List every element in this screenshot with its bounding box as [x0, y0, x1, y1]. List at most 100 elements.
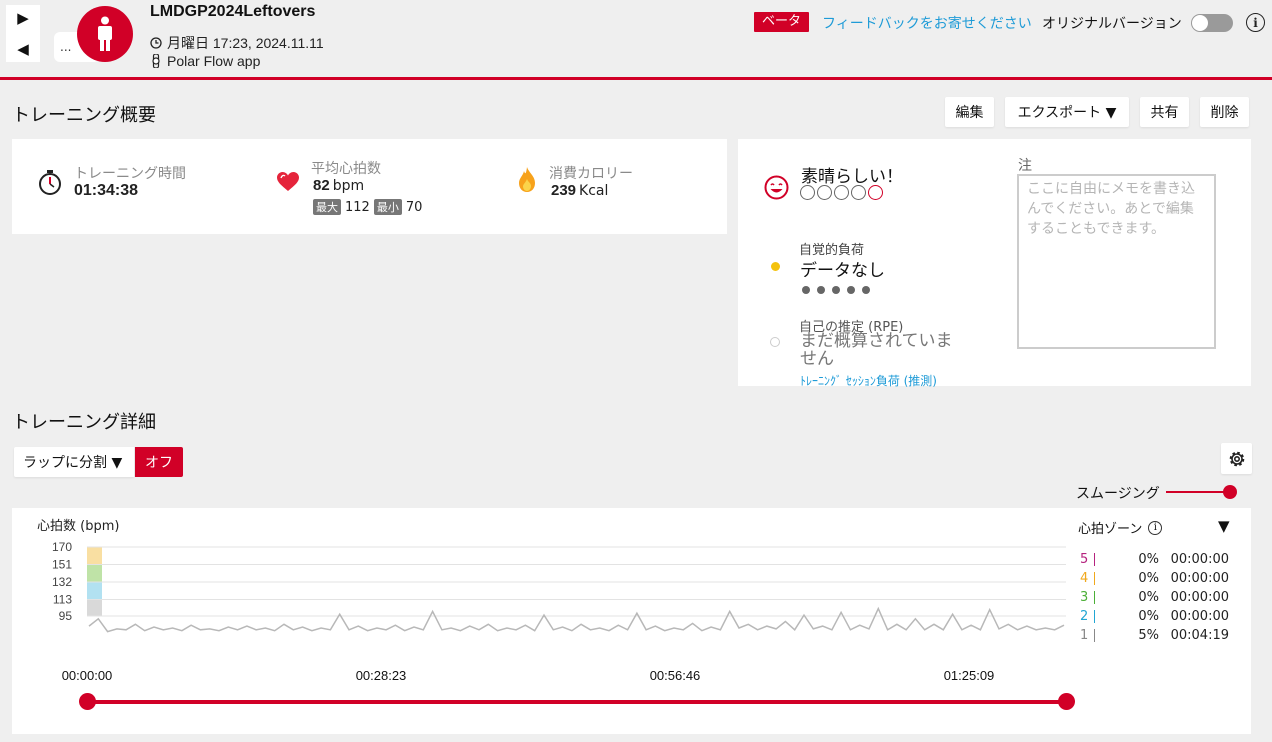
feeling-option-icon[interactable]: [868, 185, 883, 200]
x-tick-label: 01:25:09: [943, 668, 995, 683]
x-tick-label: 00:00:00: [61, 668, 113, 683]
y-tick-label: 113: [53, 592, 72, 606]
y-tick-label: 170: [52, 540, 72, 554]
next-arrow-icon[interactable]: ▶: [6, 5, 40, 31]
zone-number: 5: [1080, 552, 1089, 567]
zone-color-bar: [1094, 553, 1095, 566]
zone-color-bar: [1094, 629, 1095, 642]
hr-zone-row: 2 0% 00:00:00: [1080, 607, 1245, 626]
notes-textarea[interactable]: ここに自由にメモを書き込んでください。あとで編集することもできます。: [1017, 174, 1216, 349]
range-slider-start-handle[interactable]: [79, 693, 96, 710]
smoothing-slider-handle[interactable]: [1223, 485, 1237, 499]
load-dot: [817, 286, 825, 294]
calories-label: 消費カロリー: [549, 166, 633, 182]
hr-zones-title: 心拍ゾーン: [1078, 522, 1143, 537]
hr-min-value: 70: [405, 199, 423, 215]
y-tick-label: 95: [59, 609, 73, 623]
zone-number: 1: [1080, 628, 1089, 643]
feeling-option-icon[interactable]: [834, 185, 849, 200]
hr-label: 平均心拍数: [311, 161, 381, 177]
feeling-option-icon[interactable]: [817, 185, 832, 200]
session-title: LMDGP2024Leftovers: [150, 3, 316, 20]
lap-off-button[interactable]: オフ: [135, 447, 183, 477]
calories-value-group: 239 Kcal: [551, 182, 608, 199]
y-tick-label: 132: [52, 575, 72, 589]
hr-zone-row: 1 5% 00:04:19: [1080, 626, 1245, 645]
zone-band: [87, 581, 102, 600]
zone-band: [87, 564, 102, 582]
hr-zones-collapse-icon[interactable]: ▼: [1218, 517, 1230, 535]
zone-band: [87, 547, 102, 565]
overview-heading: トレーニング概要: [12, 105, 156, 125]
zone-percent: 5%: [1138, 628, 1159, 643]
settings-button[interactable]: [1221, 443, 1252, 474]
hr-zone-row: 5 0% 00:00:00: [1080, 550, 1245, 569]
feeling-label: 素晴らしい！: [801, 167, 903, 187]
nav-panel: ▶ ◀: [6, 5, 40, 62]
feeling-option-icon[interactable]: [800, 185, 815, 200]
beta-badge: ベータ: [754, 12, 810, 32]
prev-arrow-icon[interactable]: ◀: [6, 36, 40, 62]
hr-value: 82: [313, 177, 330, 194]
zone-percent: 0%: [1138, 552, 1159, 567]
session-load-link[interactable]: ﾄﾚｰﾆﾝｸﾞ ｾｯｼｮﾝ負荷 (推測): [800, 372, 937, 389]
duration-label: トレーニング時間: [74, 166, 186, 182]
hr-line-chart[interactable]: 170 151 132 113 95: [12, 535, 1072, 645]
load-dot: [802, 286, 810, 294]
heart-icon: [277, 172, 299, 191]
hr-range: 最大 112 最小 70: [313, 199, 422, 215]
load-dot: [847, 286, 855, 294]
lap-split-dropdown[interactable]: ラップに分割 ▼: [14, 447, 134, 477]
x-tick-label: 00:56:46: [649, 668, 701, 683]
x-tick-label: 00:28:23: [355, 668, 407, 683]
duration-value: 01:34:38: [74, 182, 139, 199]
x-axis-ticks: 00:00:00 00:28:23 00:56:46 01:25:09: [0, 668, 1100, 688]
zone-time: 00:00:00: [1170, 552, 1229, 567]
hr-zone-row: 4 0% 00:00:00: [1080, 569, 1245, 588]
zone-time: 00:00:00: [1170, 590, 1229, 605]
hr-max-value: 112: [345, 199, 370, 215]
hr-zone-row: 3 0% 00:00:00: [1080, 588, 1245, 607]
person-icon: [98, 16, 112, 51]
perceived-load-dots[interactable]: [802, 283, 877, 298]
zone-percent: 0%: [1138, 609, 1159, 624]
watch-icon: [152, 54, 160, 68]
chart-ylabel: 心拍数 (bpm): [37, 519, 120, 534]
rpe-value: まだ概算されていません: [800, 331, 953, 369]
hr-zones-info-icon[interactable]: i: [1148, 520, 1163, 535]
zone-time: 00:00:00: [1170, 609, 1229, 624]
details-heading: トレーニング詳細: [12, 412, 156, 432]
zone-color-bar: [1094, 572, 1095, 585]
feeling-option-icon[interactable]: [851, 185, 866, 200]
zone-color-bar: [1094, 591, 1095, 604]
delete-button[interactable]: 削除: [1200, 97, 1249, 127]
hr-zones-table: 5 0% 00:00:00 4 0% 00:00:00 3 0% 00:00:00 2 0% 00:0…: [1080, 550, 1245, 645]
edit-button[interactable]: 編集: [945, 97, 994, 127]
feeling-scale: [800, 185, 885, 200]
hr-min-badge: 最小: [373, 199, 402, 215]
original-version-label: オリジナルバージョン: [1042, 16, 1182, 32]
load-dot: [832, 286, 840, 294]
clock-icon: [150, 37, 162, 49]
y-tick-label: 151: [52, 557, 72, 571]
session-source: Polar Flow app: [150, 53, 260, 69]
rpe-dot: [770, 337, 780, 347]
calories-unit: Kcal: [579, 183, 609, 199]
smiley-great-icon: [764, 175, 789, 200]
export-button[interactable]: エクスポート ▼: [1005, 97, 1129, 127]
zone-band: [87, 599, 102, 616]
share-button[interactable]: 共有: [1140, 97, 1189, 127]
zone-time: 00:00:00: [1170, 571, 1229, 586]
info-icon[interactable]: i: [1246, 13, 1265, 32]
range-slider-end-handle[interactable]: [1058, 693, 1075, 710]
zone-number: 4: [1080, 571, 1089, 586]
hr-value-group: 82 bpm: [313, 177, 364, 194]
flame-icon: [519, 167, 535, 192]
feedback-link[interactable]: フィードバックをお寄せください: [822, 13, 1032, 33]
smoothing-slider-track[interactable]: [1166, 491, 1228, 493]
range-slider-track[interactable]: [87, 700, 1066, 704]
session-datetime: 月曜日 17:23, 2024.11.11: [150, 33, 324, 53]
hr-zones-header: 心拍ゾーン i: [1078, 518, 1163, 537]
perceived-load-value: データなし: [800, 261, 885, 281]
hr-max-badge: 最大: [313, 199, 341, 215]
